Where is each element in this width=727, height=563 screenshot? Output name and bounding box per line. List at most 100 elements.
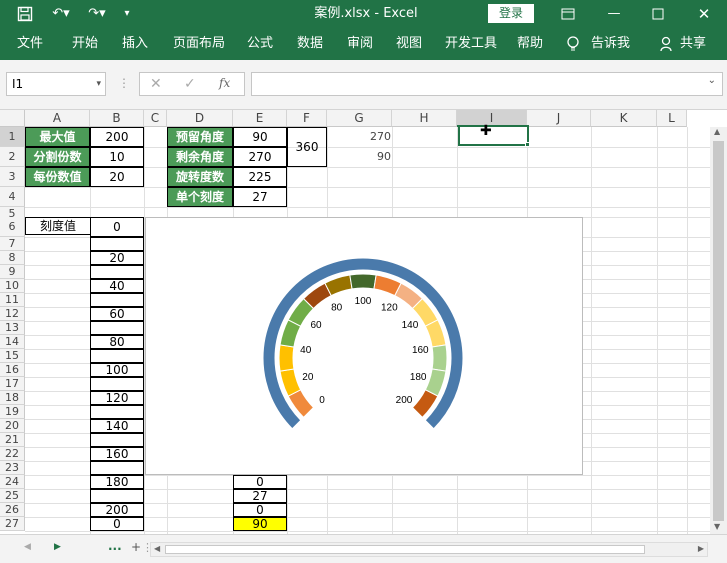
row-header[interactable]: 3 (0, 167, 25, 187)
cell-G1[interactable]: 270 (328, 130, 393, 144)
col-header[interactable]: D (167, 110, 233, 127)
worksheet-grid[interactable]: ABCDEFGHIJKL 1 2 3 4 5 6 7 8 9 10 11 12 13 14 15 16 17 18… (0, 110, 727, 534)
tab-page-layout[interactable]: 页面布局 (173, 28, 225, 60)
row-header[interactable]: 23 (0, 461, 25, 475)
chevron-down-icon[interactable]: ▾ (96, 73, 101, 95)
table1-value[interactable]: 10 (90, 147, 144, 167)
fill-handle[interactable] (525, 142, 530, 147)
lightbulb-icon[interactable] (566, 28, 580, 60)
col-header[interactable]: F (287, 110, 327, 127)
scale-value[interactable]: 40 (90, 279, 144, 293)
col-header[interactable]: L (657, 110, 687, 127)
scale-empty[interactable] (90, 349, 144, 363)
customize-qat-icon[interactable]: ▾ (118, 0, 136, 28)
h-scroll-thumb[interactable] (165, 545, 645, 554)
scale-value[interactable]: 0 (90, 217, 144, 237)
tab-developer[interactable]: 开发工具 (445, 28, 497, 60)
insert-function-icon[interactable]: fx (219, 76, 230, 90)
tab-home[interactable]: 开始 (72, 28, 98, 60)
tab-review[interactable]: 审阅 (347, 28, 373, 60)
row-header[interactable]: 25 (0, 489, 25, 503)
scale-empty[interactable] (90, 405, 144, 419)
row-header[interactable]: 9 (0, 265, 25, 279)
table2-label[interactable]: 剩余角度 (167, 147, 233, 167)
row-header[interactable]: 19 (0, 405, 25, 419)
scale-empty[interactable] (90, 433, 144, 447)
vertical-scrollbar[interactable]: ▲ ▼ (710, 127, 727, 534)
row-header[interactable]: 4 (0, 187, 25, 207)
table1-value[interactable]: 200 (90, 127, 144, 147)
col-header[interactable]: C (144, 110, 167, 127)
col-header[interactable]: K (591, 110, 657, 127)
col-header[interactable]: G (327, 110, 392, 127)
ribbon-display-icon[interactable] (558, 0, 578, 28)
row-header[interactable]: 11 (0, 293, 25, 307)
col-header[interactable]: E (233, 110, 287, 127)
merged-cell-360[interactable]: 360 (287, 127, 327, 167)
scale-empty[interactable] (90, 237, 144, 251)
row-header[interactable]: 24 (0, 475, 25, 489)
col-header[interactable]: J (527, 110, 591, 127)
expand-formula-icon[interactable]: ⌄ (708, 75, 716, 86)
row-header[interactable]: 7 (0, 237, 25, 251)
gauge-chart[interactable]: 0 20 40 60 80 100 120 140 160 180 200 (145, 217, 583, 475)
e-col-value[interactable]: 0 (233, 475, 287, 489)
row-header[interactable]: 2 (0, 147, 25, 167)
share-button[interactable]: 共享 (680, 28, 706, 60)
table1-value[interactable]: 20 (90, 167, 144, 187)
next-sheet-icon[interactable]: ▶ (54, 542, 61, 552)
table1-label[interactable]: 分割份数 (25, 147, 90, 167)
active-cell-I1[interactable] (458, 125, 529, 146)
tab-formulas[interactable]: 公式 (247, 28, 273, 60)
col-header[interactable]: A (25, 110, 90, 127)
horizontal-scrollbar[interactable]: ◀ ▶ (150, 542, 708, 557)
table2-label[interactable]: 预留角度 (167, 127, 233, 147)
e-col-value[interactable]: 0 (233, 503, 287, 517)
row-header[interactable]: 27 (0, 517, 25, 531)
scale-empty[interactable] (90, 293, 144, 307)
scale-value[interactable]: 100 (90, 363, 144, 377)
scale-value[interactable]: 180 (90, 475, 144, 489)
scale-header[interactable]: 刻度值 (25, 217, 91, 235)
add-sheet-icon[interactable]: + (131, 540, 141, 554)
scroll-left-icon[interactable]: ◀ (154, 544, 160, 553)
table1-label[interactable]: 最大值 (25, 127, 90, 147)
col-header[interactable]: B (90, 110, 144, 127)
row-header[interactable]: 21 (0, 433, 25, 447)
table1-label[interactable]: 每份数值 (25, 167, 90, 187)
row-header[interactable]: 12 (0, 307, 25, 321)
row-header[interactable]: 16 (0, 363, 25, 377)
row-header[interactable]: 20 (0, 419, 25, 433)
col-header[interactable]: H (392, 110, 457, 127)
scale-value[interactable]: 120 (90, 391, 144, 405)
table2-value[interactable]: 225 (233, 167, 287, 187)
scroll-down-icon[interactable]: ▼ (714, 522, 720, 531)
tab-file[interactable]: 文件 (17, 28, 43, 60)
scale-empty[interactable] (90, 265, 144, 279)
scale-value[interactable]: 60 (90, 307, 144, 321)
scale-value[interactable]: 160 (90, 447, 144, 461)
login-button[interactable]: 登录 (488, 4, 534, 23)
user-icon[interactable] (660, 28, 674, 60)
row-header[interactable]: 14 (0, 335, 25, 349)
row-header[interactable]: 6 (0, 217, 25, 237)
more-sheets-icon[interactable]: ... (108, 539, 122, 553)
table2-value[interactable]: 90 (233, 127, 287, 147)
scale-value[interactable]: 140 (90, 419, 144, 433)
select-all-corner[interactable] (0, 110, 25, 127)
scale-value[interactable]: 80 (90, 335, 144, 349)
close-icon[interactable]: ✕ (694, 0, 714, 28)
row-header[interactable]: 13 (0, 321, 25, 335)
table2-value[interactable]: 270 (233, 147, 287, 167)
cell-G2[interactable]: 90 (328, 150, 393, 164)
row-header[interactable]: 10 (0, 279, 25, 293)
scale-value[interactable]: 200 (90, 503, 144, 517)
tell-me-box[interactable]: 告诉我 (591, 28, 630, 60)
row-header[interactable]: 26 (0, 503, 25, 517)
scale-value[interactable]: 20 (90, 251, 144, 265)
tab-data[interactable]: 数据 (297, 28, 323, 60)
scale-empty[interactable] (90, 377, 144, 391)
save-icon[interactable] (14, 0, 36, 28)
row-header[interactable]: 15 (0, 349, 25, 363)
scale-value[interactable]: 0 (90, 517, 144, 531)
